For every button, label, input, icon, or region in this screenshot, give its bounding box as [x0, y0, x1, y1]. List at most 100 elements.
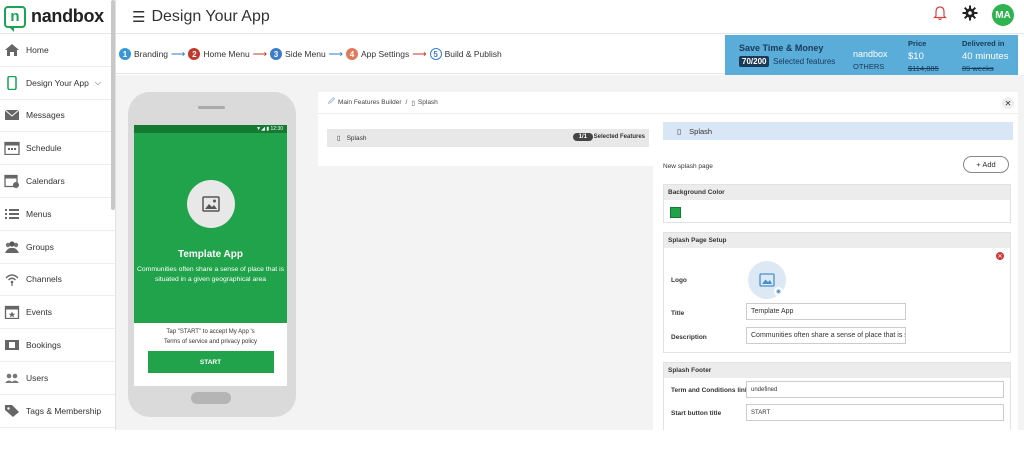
arrow-right-icon: ⟶: [171, 48, 186, 60]
top-header: ☰ Design Your App MA: [116, 0, 1024, 34]
page-title: Design Your App: [151, 7, 270, 25]
sidebar-item-label: Groups: [26, 241, 54, 252]
start-button-title-field[interactable]: START: [746, 404, 1004, 421]
phone-preview: ▼◢ ▮ 12:30 Template App Communities ofte…: [128, 92, 296, 417]
step-app-settings[interactable]: 4 App Settings: [346, 48, 409, 60]
delivered-column: Delivered in 40 minutes 89 weeks: [962, 39, 1008, 73]
small-phone-icon: ▯: [337, 135, 341, 142]
calendar-icon: [4, 174, 20, 189]
step-branding[interactable]: 1 Branding: [119, 48, 168, 60]
step-number: 4: [346, 48, 359, 60]
add-button[interactable]: + Add: [963, 156, 1009, 173]
terms-line-1: Tap "START" to accept My App 's: [166, 329, 255, 335]
promo-title: Save Time & Money: [739, 43, 824, 53]
step-side-menu[interactable]: 3 Side Menu: [270, 48, 326, 60]
sidebar-item-tags-membership[interactable]: Tags & Membership: [0, 395, 115, 428]
sidebar-item-calendars[interactable]: Calendars: [0, 165, 115, 198]
users-icon: [4, 371, 20, 385]
step-label: Home Menu: [203, 49, 250, 59]
avatar[interactable]: MA: [992, 4, 1014, 26]
sidebar-item-menus[interactable]: Menus: [0, 198, 115, 231]
start-button[interactable]: START: [147, 351, 274, 373]
breadcrumb-root[interactable]: Main Features Builder: [338, 99, 402, 106]
settings-title: Splash: [689, 126, 713, 136]
logo-label: Logo: [671, 277, 687, 284]
arrow-right-icon: ⟶: [252, 48, 268, 60]
logo-upload[interactable]: ◉: [748, 261, 786, 299]
status-bar: ▼◢ ▮ 12:30: [134, 125, 287, 133]
phone-icon: [4, 75, 20, 90]
sidebar-item-events[interactable]: Events: [0, 296, 115, 330]
terms-link-field[interactable]: undefined: [746, 381, 1004, 398]
sidebar-scrollbar[interactable]: [111, 0, 115, 210]
splash-setup-section: Splash Page Setup ✕ Logo ◉ Title Templat…: [663, 232, 1011, 353]
sidebar-item-schedule[interactable]: Schedule: [0, 132, 115, 166]
tag-icon: [4, 404, 20, 418]
sidebar-item-label: Schedule: [26, 143, 62, 154]
promo-brand: nandbox: [853, 49, 888, 59]
description-field[interactable]: Communities often share a sense of place…: [746, 327, 906, 344]
sidebar-item-home[interactable]: Home: [0, 34, 115, 67]
color-swatch[interactable]: [670, 207, 681, 218]
promo-banner: Save Time & Money 70/200 Selected featur…: [725, 35, 1018, 75]
sidebar-item-label: Tags & Membership: [26, 405, 102, 416]
sidebar: n nandbox Home Design Your App ⌵ Message…: [0, 0, 116, 430]
step-label: App Settings: [361, 49, 410, 59]
phone-home-button: [191, 392, 231, 404]
sidebar-item-bookings[interactable]: Bookings: [0, 329, 115, 362]
menu-icon[interactable]: ☰: [132, 8, 145, 26]
title-label: Title: [671, 310, 685, 317]
small-phone-icon: ▯: [677, 126, 682, 136]
sidebar-item-users[interactable]: Users: [0, 362, 115, 395]
splash-terms: Tap "START" to accept My App 's Terms of…: [134, 327, 287, 347]
sidebar-item-messages[interactable]: Messages: [0, 100, 115, 133]
background-color-section: Background Color: [663, 184, 1011, 223]
step-number: 3: [270, 48, 283, 60]
remove-icon[interactable]: ✕: [996, 252, 1004, 260]
sidebar-item-label: Channels: [26, 274, 62, 285]
title-field[interactable]: Template App: [746, 303, 906, 320]
step-label: Build & Publish: [444, 49, 502, 59]
feature-row-splash[interactable]: ▯ Splash 1/1 Selected Features: [327, 129, 649, 147]
booking-icon: [4, 338, 20, 352]
bell-icon[interactable]: [932, 5, 948, 26]
link-icon: 🖉: [328, 98, 335, 105]
gear-icon[interactable]: [962, 5, 978, 26]
price-column: Price $10 $114,885: [908, 39, 939, 73]
price-old: $114,885: [908, 64, 939, 73]
progress-steps: 1 Branding ⟶ 2 Home Menu ⟶ 3 Side Menu ⟶…: [116, 35, 725, 74]
brand-logo[interactable]: n nandbox: [0, 0, 115, 34]
image-placeholder-icon: [759, 273, 775, 287]
chevron-down-icon[interactable]: ⌵: [95, 78, 101, 88]
step-build-publish[interactable]: 5 Build & Publish: [429, 48, 502, 60]
phone-screen: ▼◢ ▮ 12:30 Template App Communities ofte…: [134, 125, 287, 386]
delivered-header: Delivered in: [962, 39, 1005, 48]
splash-title: Template App: [177, 249, 243, 260]
selected-features-label: Selected features: [773, 57, 836, 66]
feature-label: Splash: [346, 134, 367, 142]
status-time: 12:30: [270, 126, 283, 132]
sidebar-item-channels[interactable]: Channels: [0, 264, 115, 297]
camera-icon: ◉: [774, 287, 783, 296]
sidebar-item-design-your-app[interactable]: Design Your App ⌵: [0, 66, 115, 100]
step-label: Side Menu: [285, 49, 326, 59]
broadcast-icon: [4, 272, 20, 287]
sidebar-item-label: Calendars: [26, 176, 65, 187]
sidebar-item-groups[interactable]: Groups: [0, 231, 115, 264]
features-count-badge: 70/200: [739, 56, 770, 67]
step-home-menu[interactable]: 2 Home Menu: [188, 48, 250, 60]
features-builder: 🖉 Main Features Builder / ▯ Splash ✕ ▯ S…: [318, 92, 1018, 430]
step-number: 1: [119, 48, 131, 60]
sidebar-item-label: Menus: [26, 208, 52, 219]
sidebar-item-label: Users: [26, 372, 49, 383]
close-icon[interactable]: ✕: [1002, 97, 1014, 109]
description-label: Description: [671, 334, 707, 341]
price-value: $10: [908, 51, 924, 62]
envelope-icon: [4, 108, 20, 122]
group-icon: [4, 240, 20, 254]
feature-list: ▯ Splash 1/1 Selected Features: [318, 122, 653, 166]
breadcrumb-current: Splash: [417, 99, 438, 106]
breadcrumb-separator: /: [405, 99, 408, 106]
main-content: ▼◢ ▮ 12:30 Template App Communities ofte…: [116, 75, 1024, 430]
sidebar-item-label: Home: [26, 44, 49, 55]
